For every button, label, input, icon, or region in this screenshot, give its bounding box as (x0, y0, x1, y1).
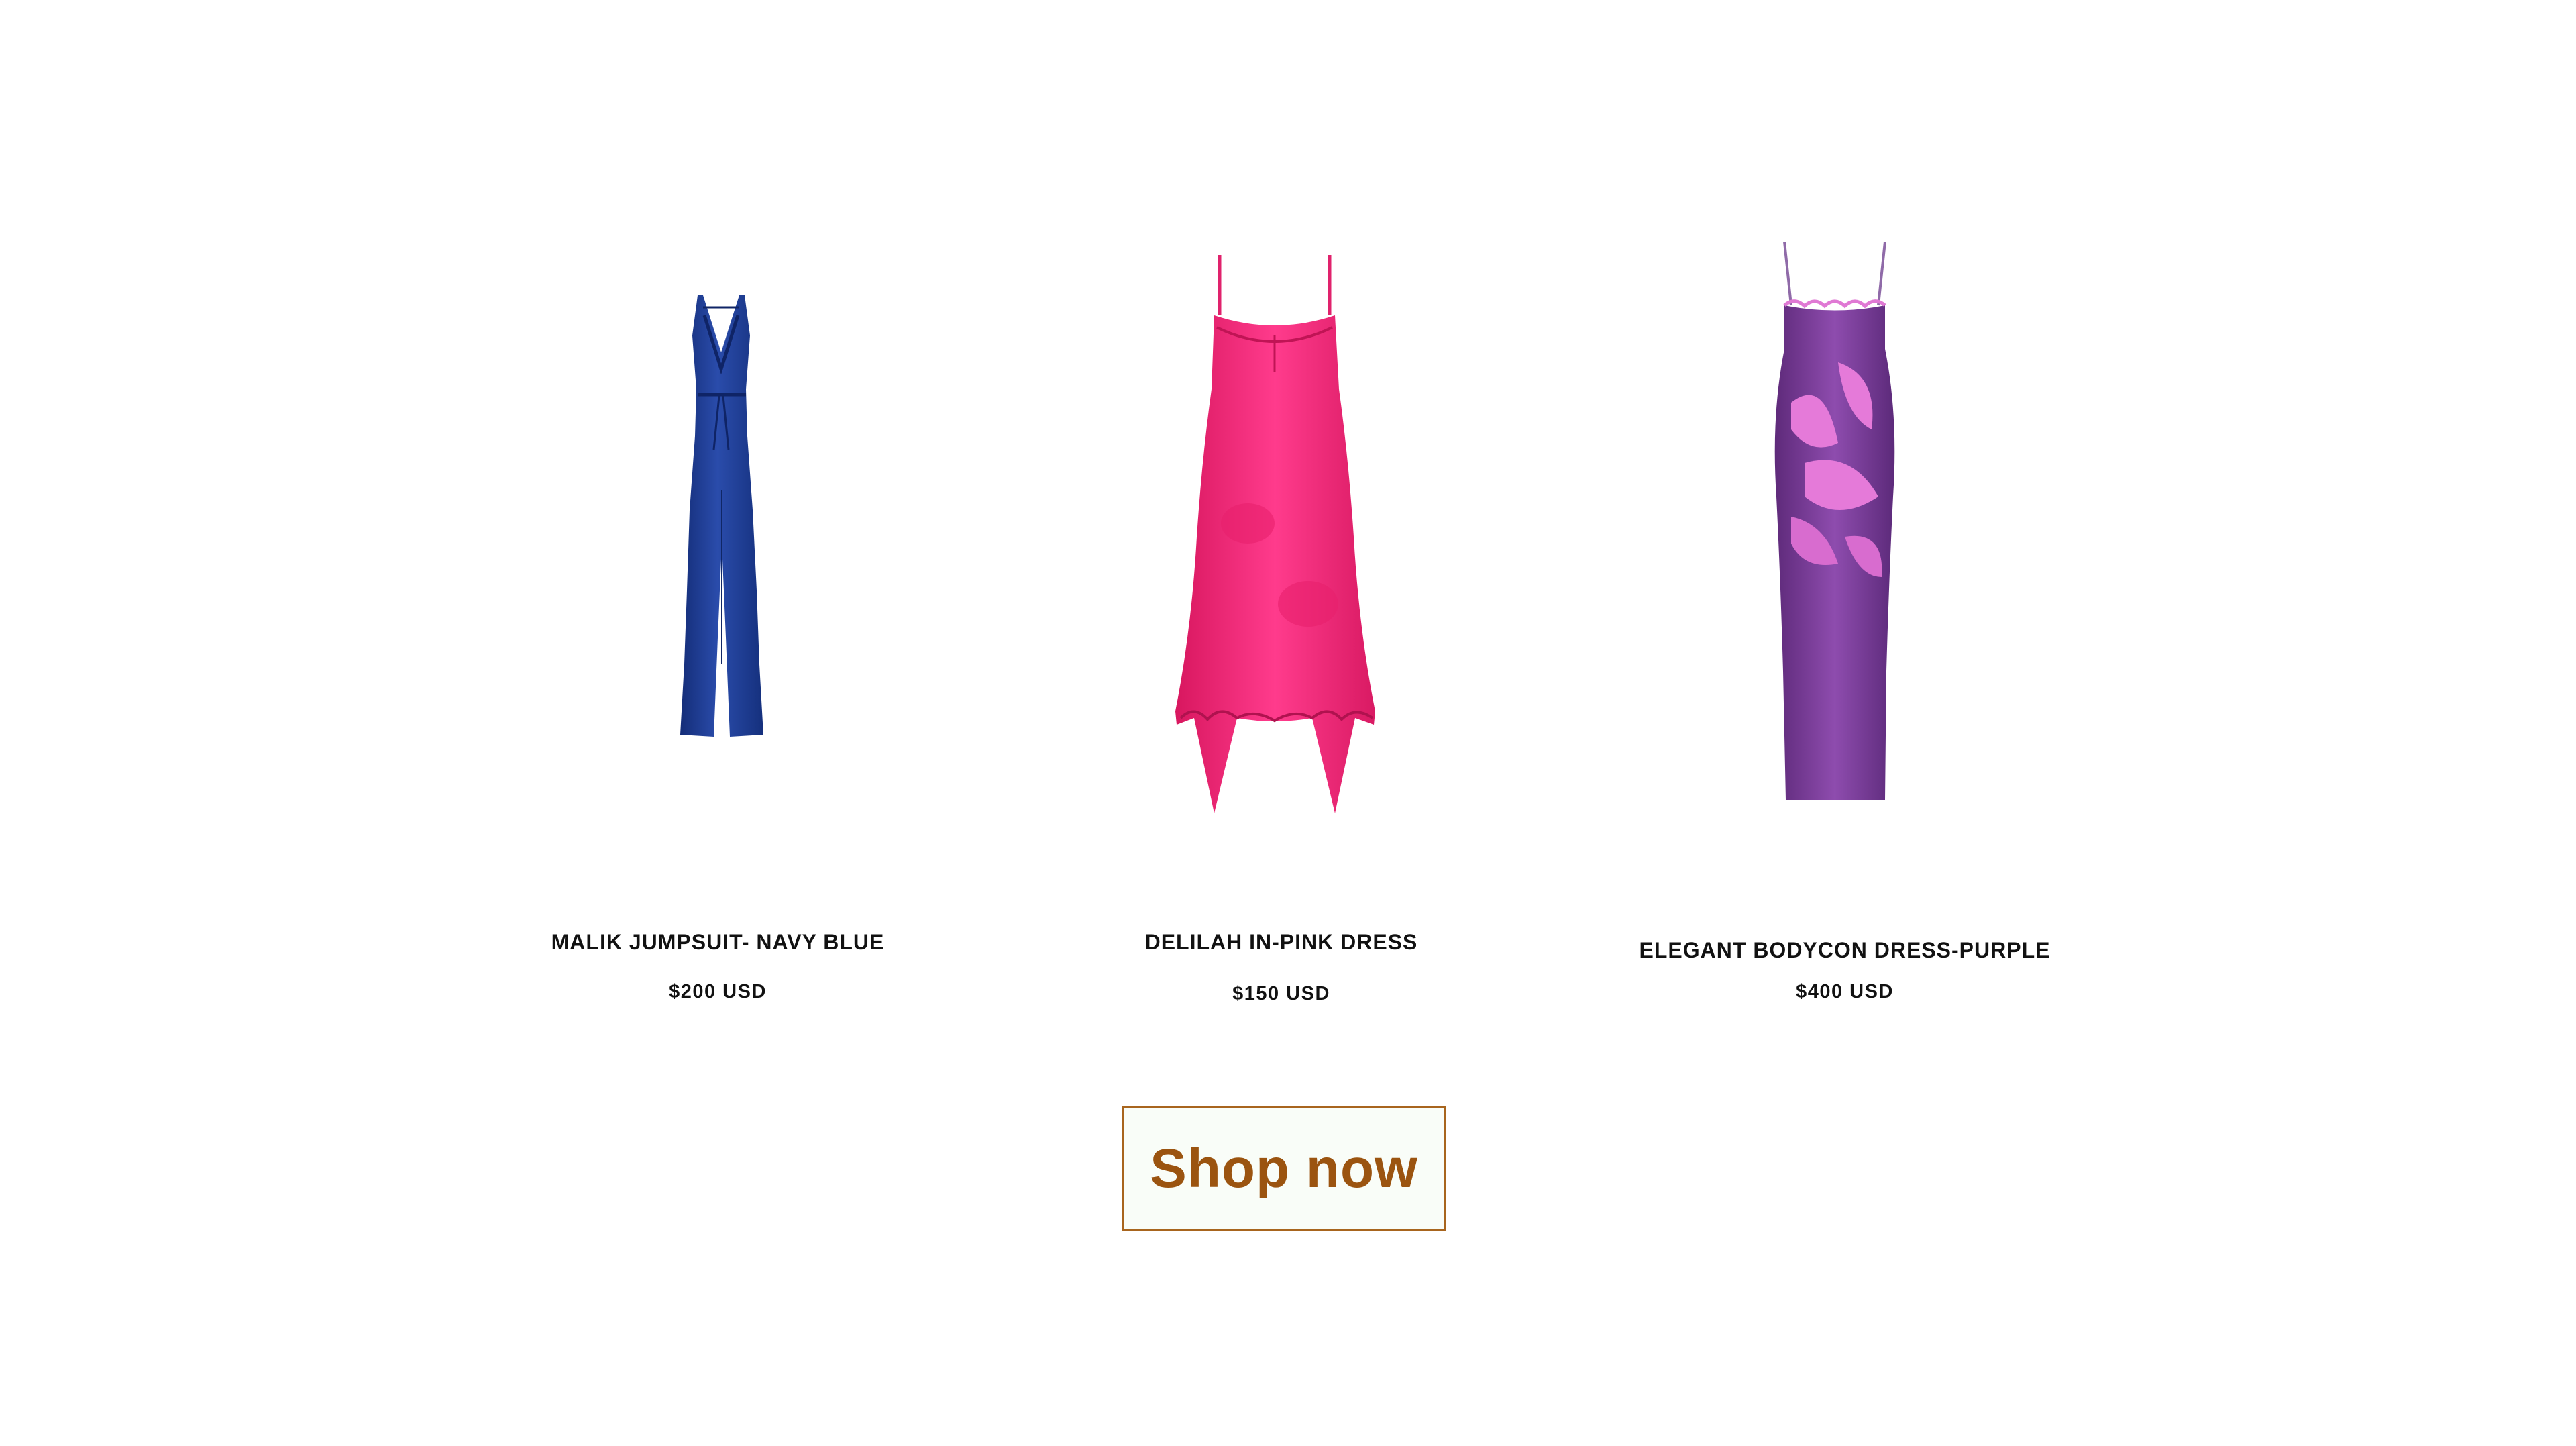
product-price: $150 USD (1232, 983, 1330, 1004)
product-name[interactable]: MALIK JUMPSUIT- NAVY BLUE (416, 930, 1020, 955)
shop-now-button[interactable]: Shop now (1122, 1106, 1446, 1231)
product-name[interactable]: DELILAH IN-PINK DRESS (979, 930, 1583, 955)
product-image-purple-floral-maxi-dress[interactable] (1764, 242, 1905, 805)
product-name[interactable]: ELEGANT BODYCON DRESS-PURPLE (1543, 938, 2147, 963)
product-price: $200 USD (669, 981, 767, 1002)
product-price: $400 USD (1796, 981, 1894, 1002)
product-image-navy-jumpsuit[interactable] (671, 289, 771, 745)
product-image-pink-midi-dress[interactable] (1174, 255, 1382, 815)
